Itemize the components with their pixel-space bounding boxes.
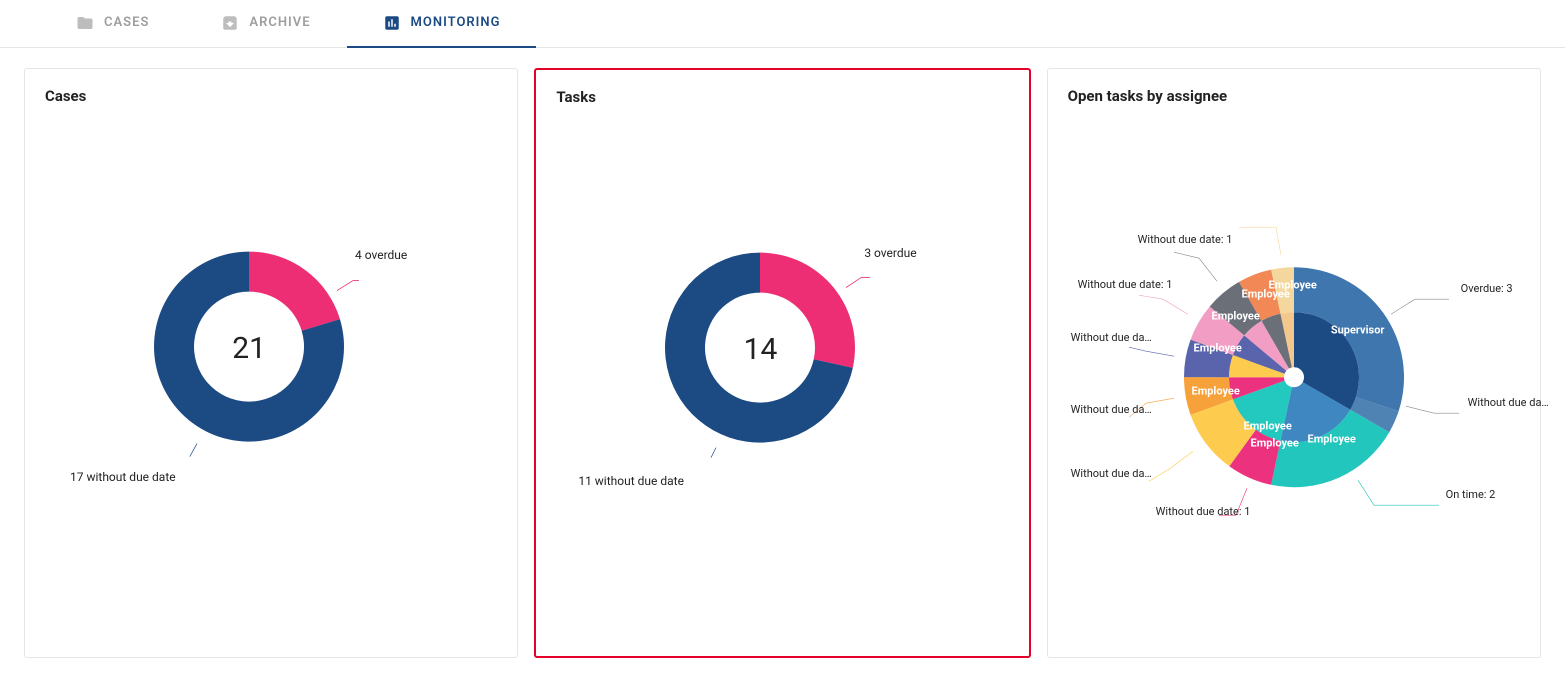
label-overdue: 4 overdue — [355, 248, 407, 262]
tab-cases[interactable]: CASES — [40, 0, 185, 48]
archive-icon — [221, 14, 239, 32]
label-without-due-1: Without due date: 1 — [1138, 233, 1233, 246]
panel-assignee: Open tasks by assignee — [1047, 68, 1541, 658]
label-without-due: 11 without due date — [578, 474, 684, 488]
folder-icon — [76, 14, 94, 32]
panel-tasks: Tasks 14 3 overdue 11 without due date — [534, 68, 1030, 658]
panel-cases: Cases 21 4 overdue 17 without due date — [24, 68, 518, 658]
panel-title: Open tasks by assignee — [1068, 87, 1520, 105]
cases-donut-chart[interactable]: 21 4 overdue 17 without due date — [45, 105, 497, 525]
label-ontime: On time: 2 — [1446, 488, 1496, 501]
tasks-donut-chart[interactable]: 14 3 overdue 11 without due date — [556, 106, 1008, 526]
tab-label: MONITORING — [411, 15, 501, 30]
label-without-due-trunc: Without due da… — [1468, 396, 1549, 409]
panels-row: Cases 21 4 overdue 17 without due date T… — [0, 48, 1565, 678]
assignee-sunburst-chart[interactable]: Supervisor Employee Employee Employee Em… — [1068, 105, 1520, 585]
label-without-due: 17 without due date — [70, 470, 176, 484]
label-without-due-1: Without due date: 1 — [1078, 278, 1173, 291]
tab-monitoring[interactable]: MONITORING — [347, 0, 537, 48]
donut-center-value: 21 — [232, 331, 266, 366]
tab-label: CASES — [104, 15, 149, 30]
label-without-due-trunc: Without due da… — [1071, 331, 1152, 344]
bar-chart-icon — [383, 14, 401, 32]
tab-bar: CASES ARCHIVE MONITORING — [0, 0, 1565, 48]
panel-title: Cases — [45, 87, 497, 105]
panel-title: Tasks — [556, 88, 1008, 106]
donut-center-value: 14 — [744, 332, 778, 367]
label-without-due-1: Without due date: 1 — [1156, 505, 1251, 518]
sunburst-svg — [1059, 147, 1529, 607]
tab-archive[interactable]: ARCHIVE — [185, 0, 346, 48]
label-without-due-trunc: Without due da… — [1071, 467, 1152, 480]
label-overdue: Overdue: 3 — [1461, 282, 1513, 295]
tab-label: ARCHIVE — [249, 15, 310, 30]
label-overdue: 3 overdue — [864, 246, 916, 260]
label-without-due-trunc: Without due da… — [1071, 403, 1152, 416]
